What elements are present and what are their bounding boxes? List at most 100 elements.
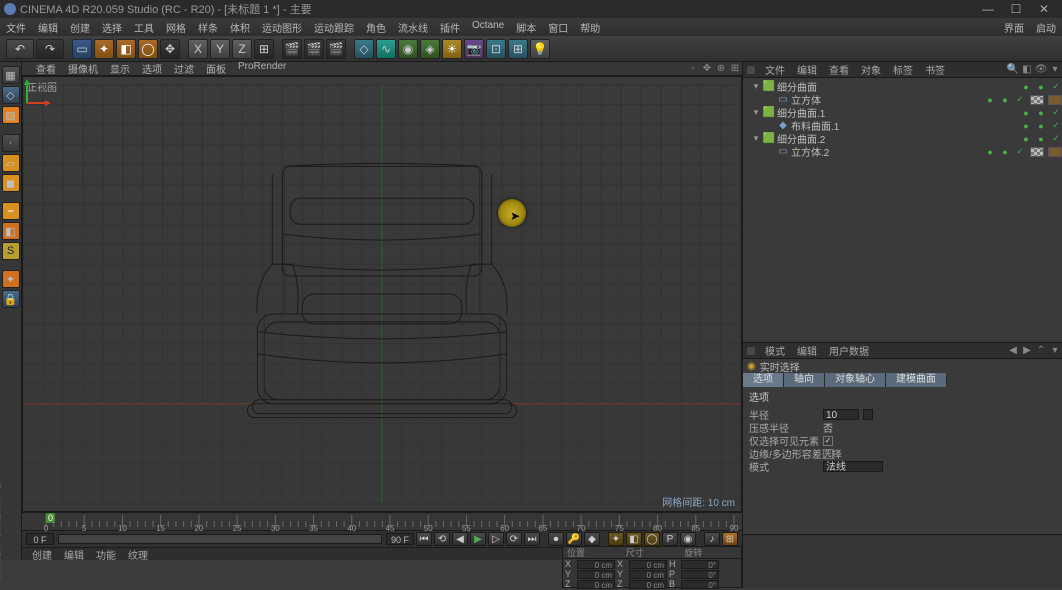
menu-item[interactable]: 创建: [64, 20, 96, 35]
attr-value-field[interactable]: 10: [823, 409, 859, 420]
select-tool-button[interactable]: ▭: [72, 39, 92, 59]
menu-item[interactable]: 窗口: [542, 20, 574, 35]
menu-item[interactable]: 编辑: [32, 20, 64, 35]
coord-field[interactable]: 0 cm: [577, 580, 615, 589]
next-key-button[interactable]: ⟳: [506, 532, 522, 546]
texture-tag[interactable]: [1030, 147, 1044, 157]
attr-head-tab[interactable]: 模式: [759, 343, 791, 358]
start-frame-field[interactable]: 0 F: [26, 533, 54, 545]
camera-button[interactable]: 📷: [464, 39, 484, 59]
objects-tab[interactable]: 标签: [887, 62, 919, 77]
uv-mode-button[interactable]: ◧: [2, 222, 20, 240]
filter-icon[interactable]: ◧: [1020, 63, 1034, 77]
attr-up-icon[interactable]: ⌃: [1034, 344, 1048, 358]
menu-item[interactable]: 运动跟踪: [308, 20, 360, 35]
minimize-button[interactable]: —: [974, 0, 1002, 18]
axis-line-button[interactable]: ⎯: [2, 202, 20, 220]
tree-row[interactable]: ▭立方体.2●●✓: [743, 145, 1062, 158]
vp-zoom-icon[interactable]: ⊕: [714, 63, 728, 75]
environment-button[interactable]: ☀: [442, 39, 462, 59]
snap-button[interactable]: S: [2, 242, 20, 260]
menu-item[interactable]: Octane: [466, 20, 510, 35]
scale-key-button[interactable]: ◧: [626, 532, 642, 546]
coord-field[interactable]: 0 cm: [629, 560, 667, 569]
prev-frame-button[interactable]: ◀: [452, 532, 468, 546]
workplane-button[interactable]: ✦: [2, 270, 20, 288]
redo-button[interactable]: ↷: [36, 39, 64, 59]
viewport-menu-item[interactable]: 显示: [104, 61, 136, 76]
point-mode-button[interactable]: ·: [2, 134, 20, 152]
poly-mode-button[interactable]: ◼: [2, 174, 20, 192]
texture-tag[interactable]: [1048, 147, 1062, 157]
rot-key-button[interactable]: ◯: [644, 532, 660, 546]
menu-item[interactable]: 插件: [434, 20, 466, 35]
menu-item[interactable]: 角色: [360, 20, 392, 35]
sound-button[interactable]: ♪: [704, 532, 720, 546]
material-menu-item[interactable]: 功能: [90, 547, 122, 562]
vis-render-icon[interactable]: ●: [1035, 134, 1047, 144]
search-icon[interactable]: 🔍: [1006, 63, 1020, 77]
menu-item[interactable]: 流水线: [392, 20, 434, 35]
render-settings-button[interactable]: 🎬: [326, 39, 346, 59]
move-tool-button[interactable]: ✦: [94, 39, 114, 59]
menu-item[interactable]: 网格: [160, 20, 192, 35]
menu-item[interactable]: 选择: [96, 20, 128, 35]
y-axis-button[interactable]: Y: [210, 39, 230, 59]
deformer-button[interactable]: ◈: [420, 39, 440, 59]
coord-field[interactable]: 0 cm: [577, 570, 615, 579]
attr-tab[interactable]: 建模曲面: [886, 373, 947, 387]
vis-render-icon[interactable]: ●: [1035, 108, 1047, 118]
objects-tab[interactable]: 对象: [855, 62, 887, 77]
vis-editor-icon[interactable]: ●: [1020, 82, 1032, 92]
menu-item[interactable]: 文件: [0, 20, 32, 35]
undo-button[interactable]: ↶: [6, 39, 34, 59]
enable-icon[interactable]: ✓: [1014, 147, 1026, 157]
panel-menu-icon[interactable]: ▾: [1048, 63, 1062, 77]
render-region-button[interactable]: 🎬: [304, 39, 324, 59]
light-button[interactable]: ⊡: [486, 39, 506, 59]
layout-button[interactable]: ⊞: [722, 532, 738, 546]
pla-key-button[interactable]: ◉: [680, 532, 696, 546]
vis-editor-icon[interactable]: ●: [984, 147, 996, 157]
object-tree[interactable]: ▾🟩细分曲面●●✓▭立方体●●✓▾🟩细分曲面.1●●✓◆布料曲面.1●●✓▾🟩细…: [743, 78, 1062, 342]
menu-item[interactable]: 运动图形: [256, 20, 308, 35]
vis-editor-icon[interactable]: ●: [1020, 134, 1032, 144]
vis-render-icon[interactable]: ●: [1035, 82, 1047, 92]
viewport-menu-item[interactable]: ProRender: [232, 61, 292, 76]
viewport-menu-item[interactable]: 过滤: [168, 61, 200, 76]
x-axis-button[interactable]: X: [188, 39, 208, 59]
next-frame-button[interactable]: ▷: [488, 532, 504, 546]
coord-field[interactable]: 0°: [681, 580, 719, 589]
vp-maximize-icon[interactable]: ⊞: [728, 63, 742, 75]
material-menu-item[interactable]: 纹理: [122, 547, 154, 562]
coord-field[interactable]: 0°: [681, 560, 719, 569]
texture-mode-button[interactable]: ▨: [2, 106, 20, 124]
autokey-button[interactable]: 🔑: [566, 532, 582, 546]
menu-item[interactable]: 体积: [224, 20, 256, 35]
attr-dropdown[interactable]: 法线: [823, 461, 883, 472]
menu-item[interactable]: 帮助: [574, 20, 606, 35]
enable-icon[interactable]: ✓: [1014, 95, 1026, 105]
range-slider[interactable]: [58, 534, 382, 544]
vp-config-icon[interactable]: ◦: [686, 63, 700, 75]
viewport-menu-item[interactable]: 摄像机: [62, 61, 104, 76]
locked-button[interactable]: 🔒: [2, 290, 20, 308]
coord-system-button[interactable]: ⊞: [254, 39, 274, 59]
pos-key-button[interactable]: ✦: [608, 532, 624, 546]
object-mode-button[interactable]: ◇: [2, 86, 20, 104]
cube-primitive-button[interactable]: ◇: [354, 39, 374, 59]
attr-tab[interactable]: 选项: [743, 373, 784, 387]
panel-grip-icon[interactable]: [747, 66, 755, 74]
attr-tab[interactable]: 轴向: [784, 373, 825, 387]
vis-render-icon[interactable]: ●: [1035, 121, 1047, 131]
coord-field[interactable]: 0 cm: [629, 580, 667, 589]
menu-item[interactable]: 脚本: [510, 20, 542, 35]
coord-field[interactable]: 0 cm: [577, 560, 615, 569]
history-fwd-icon[interactable]: ▶: [1020, 344, 1034, 358]
coord-field[interactable]: 0°: [681, 570, 719, 579]
vp-move-icon[interactable]: ✥: [700, 63, 714, 75]
model-mode-button[interactable]: ▦: [2, 66, 20, 84]
menu-item[interactable]: 界面: [998, 20, 1030, 35]
expand-icon[interactable]: ▾: [751, 133, 761, 144]
viewport-menu-item[interactable]: 选项: [136, 61, 168, 76]
